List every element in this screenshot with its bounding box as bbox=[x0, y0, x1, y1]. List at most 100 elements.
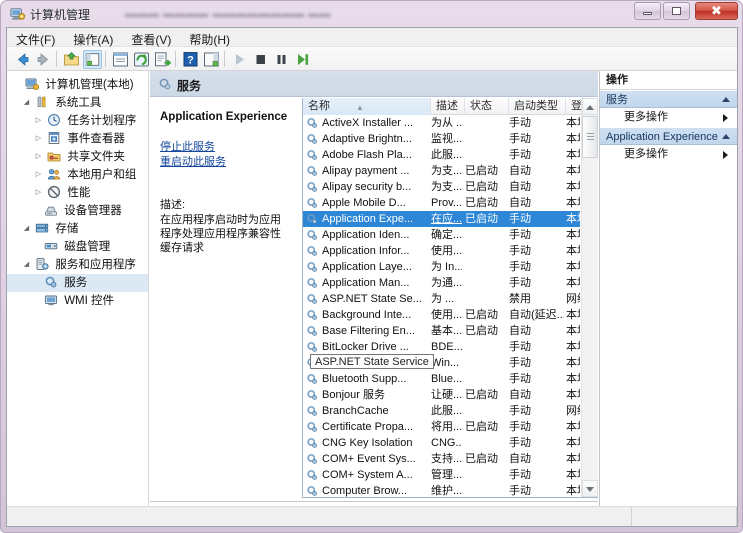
export-list-icon[interactable] bbox=[153, 50, 172, 69]
service-gear-icon bbox=[306, 261, 319, 273]
table-row[interactable]: Application Iden...确定...手动本地服务 bbox=[303, 227, 580, 243]
menu-view[interactable]: 查看(V) bbox=[122, 28, 180, 47]
twisty-collapsed[interactable]: ▷ bbox=[33, 184, 44, 202]
more-actions-services[interactable]: 更多操作 bbox=[600, 108, 737, 127]
table-row[interactable]: Adaptive Brightn...监视...手动本地服务 bbox=[303, 131, 580, 147]
more-actions-application-experience[interactable]: 更多操作 bbox=[600, 145, 737, 164]
refresh-icon[interactable] bbox=[132, 50, 151, 69]
tree-system-tools[interactable]: ◢ 系统工具 bbox=[7, 94, 148, 112]
show-hide-console-tree-icon[interactable] bbox=[83, 50, 102, 69]
close-button[interactable]: ✖ bbox=[695, 2, 738, 20]
services-list-body[interactable]: ActiveX Installer ...为从 ...手动本地系统Adaptiv… bbox=[303, 115, 580, 497]
computer-icon bbox=[25, 77, 39, 91]
tree-shared-folders[interactable]: ▷ 共享文件夹 bbox=[7, 148, 148, 166]
stop-service-icon[interactable] bbox=[251, 50, 270, 69]
tree-disk-management[interactable]: 磁盘管理 bbox=[7, 238, 148, 256]
service-gear-icon bbox=[306, 373, 319, 385]
tree-storage[interactable]: ◢ 存储 bbox=[7, 220, 148, 238]
cell-description: Blue... bbox=[431, 371, 462, 387]
table-row[interactable]: Computer Brow...维护...手动本地系统 bbox=[303, 483, 580, 497]
results-pane: 服务 Application Experience 停止此服务 重启动此服务 描… bbox=[150, 71, 598, 526]
twisty-expanded[interactable]: ◢ bbox=[21, 220, 32, 238]
table-row[interactable]: COM+ Event Sys...支持...已启动自动本地服务 bbox=[303, 451, 580, 467]
tree-services[interactable]: 服务 bbox=[7, 274, 148, 292]
service-gear-icon bbox=[306, 453, 319, 465]
computer-management-icon bbox=[10, 6, 25, 21]
twisty-collapsed[interactable]: ▷ bbox=[33, 148, 44, 166]
menu-action[interactable]: 操作(A) bbox=[64, 28, 122, 47]
tree-local-users-and-groups[interactable]: ▷ 本地用户和组 bbox=[7, 166, 148, 184]
table-row[interactable]: ASP.NET State Se...为 ...禁用网络服务 bbox=[303, 291, 580, 307]
menu-file[interactable]: 文件(F) bbox=[7, 28, 64, 47]
table-row[interactable]: ActiveX Installer ...为从 ...手动本地系统 bbox=[303, 115, 580, 131]
scroll-up-button[interactable] bbox=[582, 98, 598, 115]
forward-icon[interactable] bbox=[34, 50, 53, 69]
properties-icon[interactable] bbox=[111, 50, 130, 69]
table-row[interactable]: Alipay payment ...为支...已启动自动本地系统 bbox=[303, 163, 580, 179]
actions-group-application-experience[interactable]: Application Experience bbox=[600, 127, 737, 145]
stop-this-service-link[interactable]: 停止此服务 bbox=[160, 140, 215, 155]
tree-computer-management-local[interactable]: 计算机管理(本地) bbox=[7, 76, 148, 94]
table-row[interactable]: BranchCache此服...手动网络服务 bbox=[303, 403, 580, 419]
table-row[interactable]: Application Expe...在应...已启动手动本地系统 bbox=[303, 211, 580, 227]
table-row[interactable]: Adobe Flash Pla...此服...手动本地系统 bbox=[303, 147, 580, 163]
console-tree-pane[interactable]: 计算机管理(本地) ◢ 系统工具 ▷ bbox=[7, 71, 149, 526]
table-row[interactable]: Certificate Propa...将用...已启动手动本地系统 bbox=[303, 419, 580, 435]
col-name[interactable]: 名称 ▲ bbox=[303, 98, 431, 115]
tree-event-viewer[interactable]: ▷ 事件查看器 bbox=[7, 130, 148, 148]
restart-this-service-link[interactable]: 重启动此服务 bbox=[160, 155, 226, 170]
service-gear-icon bbox=[306, 133, 319, 145]
table-row[interactable]: COM+ System A...管理...手动本地系统 bbox=[303, 467, 580, 483]
table-row[interactable]: BitLocker Drive ...BDE...手动本地系统 bbox=[303, 339, 580, 355]
actions-group-services[interactable]: 服务 bbox=[600, 90, 737, 108]
maximize-button[interactable] bbox=[663, 2, 690, 20]
table-row[interactable]: CNG Key IsolationCNG...手动本地系统 bbox=[303, 435, 580, 451]
twisty-collapsed[interactable]: ▷ bbox=[33, 112, 44, 130]
minimize-button[interactable] bbox=[634, 2, 661, 20]
twisty-collapsed[interactable]: ▷ bbox=[33, 130, 44, 148]
scroll-down-button[interactable] bbox=[582, 480, 598, 497]
menu-bar: 文件(F) 操作(A) 查看(V) 帮助(H) bbox=[7, 28, 737, 47]
table-row[interactable]: Apple Mobile D...Prov...已启动自动本地系统 bbox=[303, 195, 580, 211]
cell-description: 使用... bbox=[431, 307, 462, 323]
col-startup-type[interactable]: 启动类型 bbox=[509, 98, 566, 115]
menu-help[interactable]: 帮助(H) bbox=[180, 28, 239, 47]
start-service-icon[interactable] bbox=[230, 50, 249, 69]
tree-device-manager[interactable]: 设备管理器 bbox=[7, 202, 148, 220]
tree-task-scheduler[interactable]: ▷ 任务计划程序 bbox=[7, 112, 148, 130]
pause-service-icon[interactable] bbox=[272, 50, 291, 69]
cell-description: 确定... bbox=[431, 227, 462, 243]
table-row[interactable]: Application Infor...使用...手动本地系统 bbox=[303, 243, 580, 259]
table-row[interactable]: Bonjour 服务让硬...已启动自动本地系统 bbox=[303, 387, 580, 403]
twisty-collapsed[interactable]: ▷ bbox=[33, 166, 44, 184]
table-row[interactable]: Alipay security b...为支...已启动自动本地系统 bbox=[303, 179, 580, 195]
col-status[interactable]: 状态 bbox=[465, 98, 509, 115]
services-list-scrollbar[interactable] bbox=[581, 98, 598, 497]
cell-startup-type: 自动 bbox=[509, 179, 564, 195]
back-icon[interactable] bbox=[13, 50, 32, 69]
tree-label: 计算机管理(本地) bbox=[45, 79, 133, 91]
tree-services-and-applications[interactable]: ◢ 服务和应用程序 bbox=[7, 256, 148, 274]
table-row[interactable]: Background Inte...使用...已启动自动(延迟...本地系统 bbox=[303, 307, 580, 323]
chevron-up-icon[interactable] bbox=[722, 134, 730, 139]
cell-status: 已启动 bbox=[465, 387, 507, 403]
twisty-expanded[interactable]: ◢ bbox=[21, 94, 32, 112]
help-icon[interactable]: ? bbox=[181, 50, 200, 69]
cell-description: 让硬... bbox=[431, 387, 462, 403]
table-row[interactable]: Application Man...为通...手动本地系统 bbox=[303, 275, 580, 291]
table-row[interactable]: Bluetooth Supp...Blue...手动本地服务 bbox=[303, 371, 580, 387]
chevron-right-icon bbox=[723, 151, 728, 159]
tree-performance[interactable]: ▷ 性能 bbox=[7, 184, 148, 202]
cell-name: Application Laye... bbox=[322, 259, 428, 275]
chevron-up-icon[interactable] bbox=[722, 97, 730, 102]
table-row[interactable]: Application Laye...为 In...手动本地服务 bbox=[303, 259, 580, 275]
tree-wmi-control[interactable]: WMI 控件 bbox=[7, 292, 148, 310]
scrollbar-thumb[interactable] bbox=[582, 116, 598, 158]
restart-service-icon[interactable] bbox=[293, 50, 312, 69]
col-description[interactable]: 描述 bbox=[431, 98, 465, 115]
table-row[interactable]: Base Filtering En...基本...已启动自动本地服务 bbox=[303, 323, 580, 339]
up-one-level-icon[interactable] bbox=[62, 50, 81, 69]
show-action-pane-icon[interactable] bbox=[202, 50, 221, 69]
cell-description: BDE... bbox=[431, 339, 462, 355]
twisty-expanded[interactable]: ◢ bbox=[21, 256, 32, 274]
